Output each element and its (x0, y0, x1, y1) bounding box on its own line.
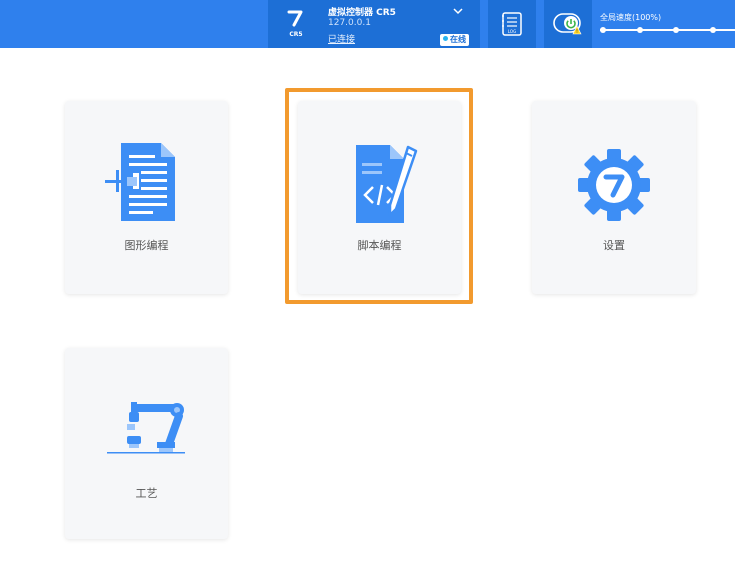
robot-model-label: CR5 (289, 31, 303, 38)
power-toggle-button[interactable]: ! (544, 0, 592, 48)
card-graphic-programming[interactable]: 图形编程 (65, 101, 228, 294)
online-dot-icon (443, 36, 448, 41)
card-process[interactable]: 工艺 (65, 348, 228, 539)
svg-text:LOG: LOG (508, 29, 516, 34)
online-status-badge: 在线 (440, 34, 469, 46)
robot-logo: CR5 (284, 8, 308, 40)
selection-highlight (285, 88, 473, 304)
warning-icon: ! (576, 29, 578, 35)
robot-arm-process-icon (107, 402, 185, 454)
online-status-text: 在线 (450, 35, 466, 44)
card-label: 图形编程 (124, 239, 169, 252)
controller-ip: 127.0.0.1 (328, 18, 371, 28)
power-toggle-icon: ! (553, 13, 582, 35)
log-icon: LOG (502, 12, 522, 36)
card-label: 设置 (603, 239, 625, 252)
speed-tick (673, 27, 679, 33)
robot-logo-icon (287, 10, 303, 27)
speed-tick (600, 27, 606, 33)
settings-gear-icon (578, 149, 650, 221)
graphic-programming-icon (105, 143, 175, 221)
chevron-down-icon[interactable] (452, 6, 464, 16)
log-button[interactable]: LOG (488, 0, 536, 48)
speed-tick (710, 27, 716, 33)
card-settings[interactable]: 设置 (532, 101, 696, 294)
speed-tick (637, 27, 643, 33)
global-speed-slider[interactable] (600, 27, 735, 33)
card-label: 工艺 (135, 487, 158, 500)
controller-name: 虚拟控制器 CR5 (328, 8, 396, 18)
connection-status-link[interactable]: 已连接 (328, 32, 355, 45)
global-speed-label: 全局速度(100%) (600, 13, 662, 22)
